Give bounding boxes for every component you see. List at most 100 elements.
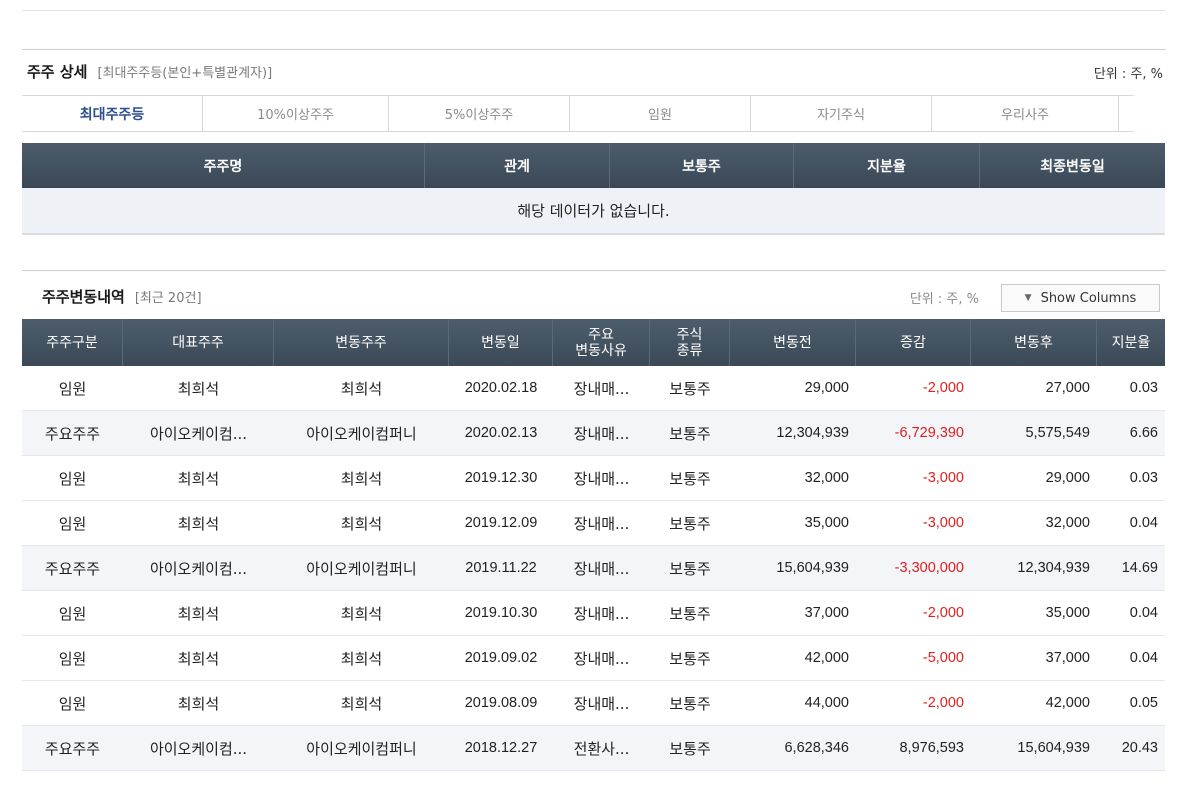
col-change: 증감: [856, 319, 971, 366]
cell-change: 8,976,593: [899, 740, 964, 756]
cell-reason: 장내매...: [573, 379, 630, 398]
cell-rep: 최희석: [177, 469, 220, 488]
cell-date: 2019.09.02: [464, 650, 538, 666]
top-divider: [22, 10, 1165, 11]
table-row: 주요주주 아이오케이컴... 아이오케이컴퍼니 2020.02.13 장내매... 보통주…: [22, 411, 1165, 456]
cell-after: 27,000: [1045, 380, 1090, 396]
cell-holder: 최희석: [340, 694, 383, 713]
cell-date: 2019.12.09: [464, 515, 538, 531]
cell-change: -3,300,000: [894, 560, 964, 576]
cell-type: 임원: [58, 604, 87, 623]
cell-before: 6,628,346: [784, 740, 849, 756]
table-row: 주요주주 아이오케이컴... 아이오케이컴퍼니 2018.12.27 전환사... 보통주…: [22, 726, 1165, 771]
tab-executives[interactable]: 임원: [570, 96, 751, 131]
cell-change: -6,729,390: [894, 425, 964, 441]
cell-after: 12,304,939: [1017, 560, 1090, 576]
col-share-ratio: 지분율: [794, 143, 980, 188]
cell-change: -2,000: [922, 605, 964, 621]
cell-holder: 최희석: [340, 514, 383, 533]
cell-type: 주요주주: [44, 559, 101, 578]
tab-5pct-holders[interactable]: 5%이상주주: [389, 96, 570, 131]
cell-reason: 장내매...: [573, 469, 630, 488]
table-row: 주요주주 아이오케이컴... 아이오케이컴퍼니 2019.11.22 장내매... 보통주…: [22, 546, 1165, 591]
section-header: 주주변동내역 [최근 20건]: [22, 271, 1165, 321]
shareholder-detail-section: 주주 상세 [최대주주등(본인+특별관계자)] 단위 : 주, % 최대주주등 …: [22, 49, 1165, 238]
col-last-change-date: 최종변동일: [1040, 158, 1105, 175]
cell-date: 2020.02.13: [464, 425, 538, 441]
cell-kind: 보통주: [669, 694, 711, 713]
cell-ratio: 20.43: [1121, 740, 1158, 756]
cell-change: -3,000: [922, 470, 964, 486]
col-ratio: 지분율: [1111, 334, 1151, 351]
cell-ratio: 0.04: [1129, 605, 1158, 621]
table-row: 임원 최희석 최희석 2019.09.02 장내매... 보통주 42,000 -5,000 3…: [22, 636, 1165, 681]
cell-kind: 보통주: [669, 739, 711, 758]
unit-label: 단위 : 주, %: [1093, 67, 1163, 82]
cell-before: 32,000: [804, 470, 849, 486]
cell-rep: 최희석: [177, 649, 220, 668]
cell-change: -3,000: [922, 515, 964, 531]
tab-treasury-stock[interactable]: 자기주식: [751, 96, 932, 131]
section-title: 주주변동내역: [42, 287, 125, 306]
cell-after: 5,575,549: [1025, 425, 1090, 441]
cell-kind: 보통주: [669, 469, 711, 488]
section-subtitle: [최대주주등(본인+특별관계자)]: [97, 65, 273, 81]
table-row: 임원 최희석 최희석 2019.10.30 장내매... 보통주 37,000 -2,000 3…: [22, 591, 1165, 636]
cell-after: 15,604,939: [1017, 740, 1090, 756]
cell-holder: 최희석: [340, 379, 383, 398]
cell-ratio: 0.03: [1129, 380, 1158, 396]
cell-before: 35,000: [804, 515, 849, 531]
cell-holder: 최희석: [340, 469, 383, 488]
cell-type: 임원: [58, 379, 87, 398]
col-holder-type: 주주구분: [22, 319, 123, 366]
cell-before: 37,000: [804, 605, 849, 621]
col-stock-kind-line2: 종류: [676, 342, 703, 359]
cell-rep: 최희석: [177, 379, 220, 398]
show-columns-button[interactable]: ▼ Show Columns: [1001, 284, 1160, 312]
cell-after: 37,000: [1045, 650, 1090, 666]
cell-date: 2020.02.18: [464, 380, 538, 396]
cell-holder: 최희석: [340, 604, 383, 623]
show-columns-label: Show Columns: [1040, 290, 1137, 306]
cell-reason: 장내매...: [573, 694, 630, 713]
shareholder-change-section: 주주변동내역 [최근 20건] 단위 : 주, % ▼ Show Columns…: [22, 270, 1165, 776]
cell-reason: 장내매...: [573, 649, 630, 668]
cell-after: 35,000: [1045, 605, 1090, 621]
table-row: 임원 최희석 최희석 2020.02.18 장내매... 보통주 29,000 -2,000 2…: [22, 366, 1165, 411]
cell-holder: 아이오케이컴퍼니: [306, 559, 417, 578]
section-title: 주주 상세: [27, 62, 88, 81]
cell-holder: 최희석: [340, 649, 383, 668]
cell-type: 주요주주: [44, 739, 101, 758]
col-change-reason-line2: 변동사유: [575, 342, 627, 359]
cell-ratio: 0.04: [1129, 515, 1158, 531]
cell-rep: 최희석: [177, 604, 220, 623]
no-data-message: 해당 데이터가 없습니다.: [22, 188, 1165, 235]
cell-after: 29,000: [1045, 470, 1090, 486]
table-row: 임원 최희석 최희석 2019.12.09 장내매... 보통주 35,000 -3,000 3…: [22, 501, 1165, 546]
cell-type: 임원: [58, 469, 87, 488]
cell-kind: 보통주: [669, 649, 711, 668]
cell-reason: 장내매...: [573, 514, 630, 533]
cell-date: 2019.10.30: [464, 605, 538, 621]
tab-10pct-holders[interactable]: 10%이상주주: [203, 96, 389, 131]
tab-major-shareholders[interactable]: 최대주주등: [22, 96, 203, 131]
cell-type: 임원: [58, 694, 87, 713]
cell-kind: 보통주: [669, 424, 711, 443]
cell-date: 2019.11.22: [465, 560, 537, 576]
tab-employee-stock[interactable]: 우리사주: [932, 96, 1119, 131]
cell-change: -2,000: [922, 695, 964, 711]
cell-before: 42,000: [804, 650, 849, 666]
col-stock-kind-line1: 주식: [676, 326, 703, 343]
cell-date: 2019.08.09: [464, 695, 538, 711]
cell-ratio: 14.69: [1121, 560, 1158, 576]
col-common-stock: 보통주: [610, 143, 794, 188]
col-change-date: 변동일: [449, 319, 553, 366]
cell-ratio: 0.03: [1129, 470, 1158, 486]
cell-change: -2,000: [922, 380, 964, 396]
section-subtitle: [최근 20건]: [134, 290, 202, 306]
cell-reason: 전환사...: [573, 739, 630, 758]
cell-reason: 장내매...: [573, 604, 630, 623]
cell-type: 임원: [58, 514, 87, 533]
change-table-header: 주주구분 대표주주 변동주주 변동일 주요 변동사유 주식 종류 변동전 증감 …: [22, 319, 1165, 366]
table-row: 임원 최희석 최희석 2019.08.09 장내매... 보통주 44,000 -2,000 4…: [22, 681, 1165, 726]
